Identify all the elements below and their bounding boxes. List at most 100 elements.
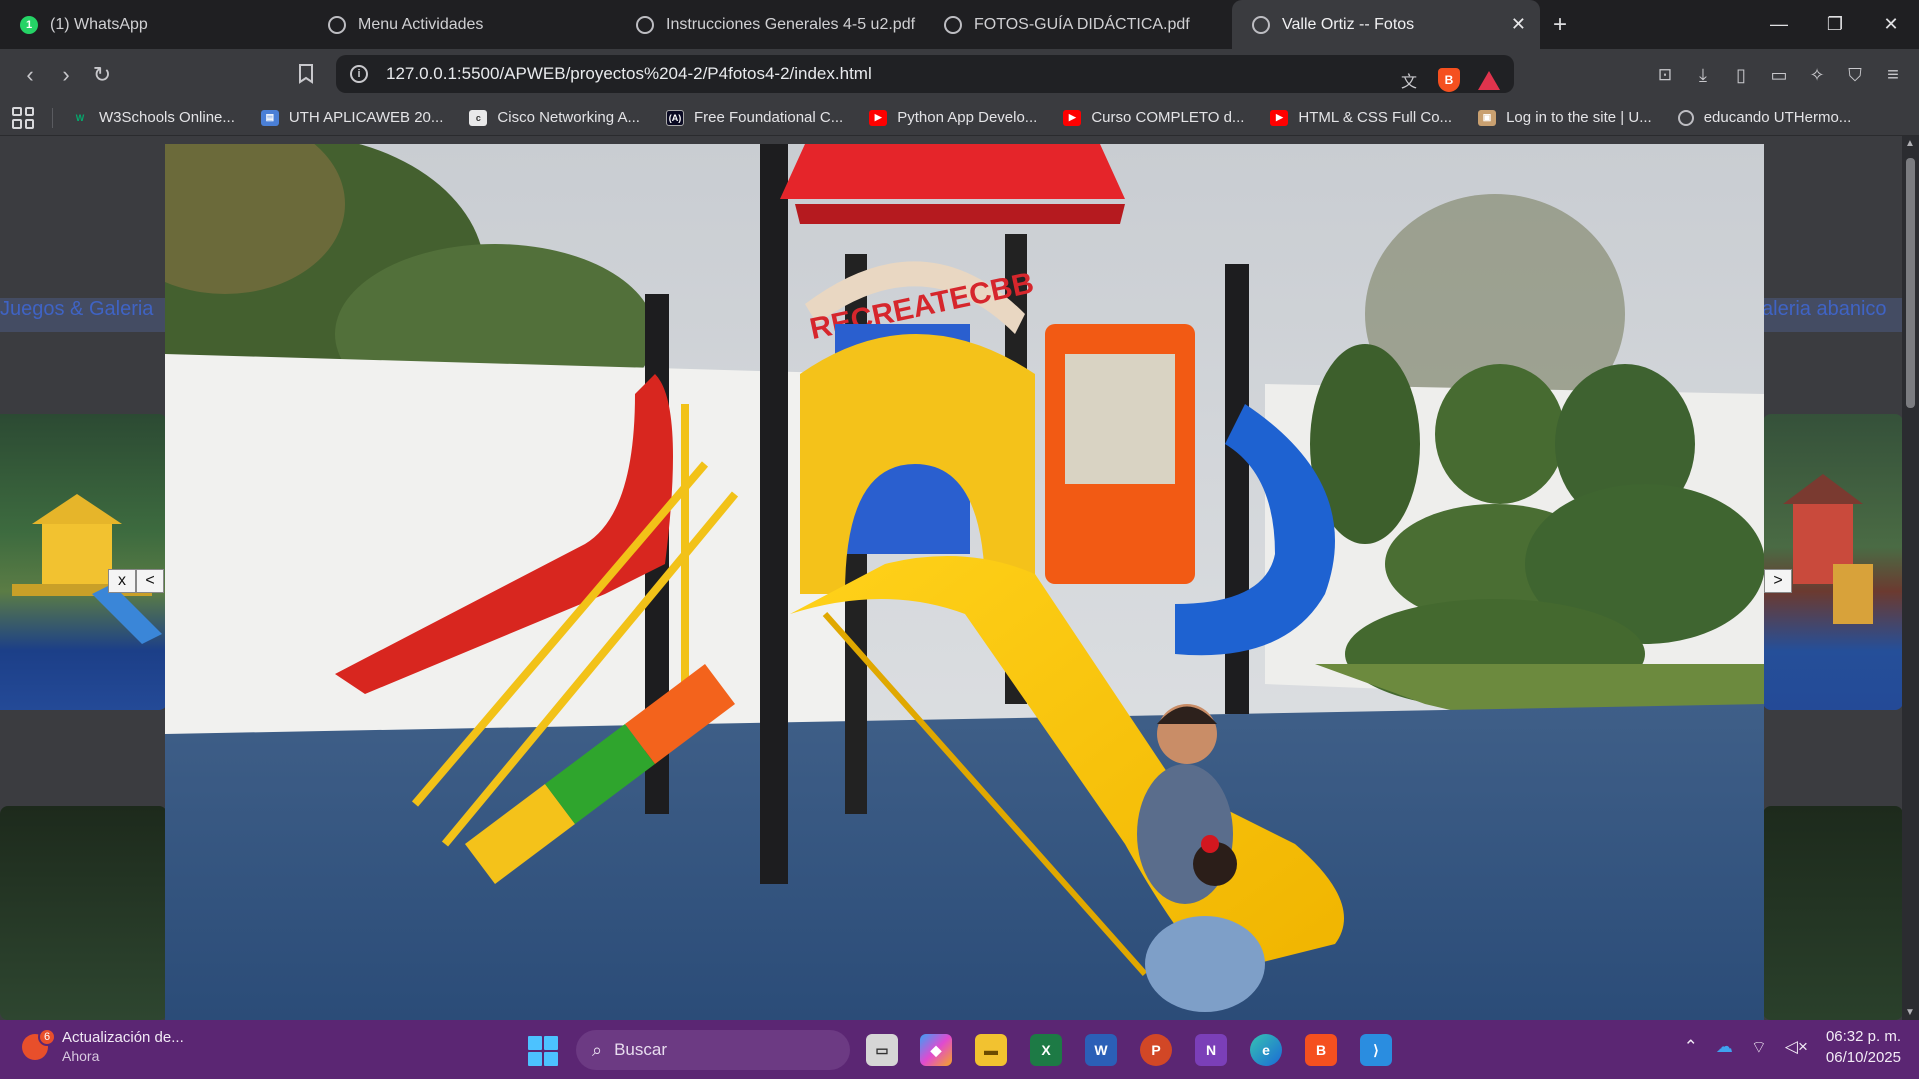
bookmark-curso-completo[interactable]: ▶ Curso COMPLETO d... — [1063, 109, 1244, 126]
youtube-icon: ▶ — [869, 109, 888, 126]
globe-icon — [328, 15, 346, 34]
close-tab-icon[interactable]: ✕ — [1511, 14, 1526, 35]
address-bar[interactable]: i 127.0.0.1:5500/APWEB/proyectos%204-2/P… — [336, 55, 1514, 93]
bookmark-w3schools[interactable]: W W3Schools Online... — [71, 109, 235, 126]
scroll-up-icon[interactable]: ▲ — [1905, 138, 1915, 149]
bookmark-login-site[interactable]: ▣ Log in to the site | U... — [1478, 109, 1652, 126]
close-window-icon[interactable]: ✕ — [1863, 0, 1919, 49]
moodle-icon: ▣ — [1478, 109, 1497, 126]
bookmark-label: Log in to the site | U... — [1506, 109, 1652, 126]
gallery-thumbnail[interactable] — [1763, 806, 1903, 1020]
bookmark-label: HTML & CSS Full Co... — [1298, 109, 1453, 126]
bookmark-uth-aplicaweb[interactable]: ▤ UTH APLICAWEB 20... — [260, 109, 443, 126]
chevron-up-icon[interactable]: ⌃ — [1684, 1037, 1698, 1057]
copilot-icon[interactable]: ◆ — [920, 1034, 952, 1066]
scrollbar-thumb[interactable] — [1906, 158, 1915, 408]
close-lightbox-button[interactable]: x — [108, 569, 136, 593]
forward-icon[interactable]: › — [48, 57, 84, 93]
powerpoint-icon[interactable]: P — [1140, 1034, 1172, 1066]
tab-valle-ortiz[interactable]: Valle Ortiz -- Fotos ✕ — [1232, 0, 1540, 49]
restore-icon[interactable]: ❐ — [1807, 0, 1863, 49]
notification-title: Actualización de... — [62, 1029, 184, 1046]
windows-taskbar: 6 Actualización de... Ahora ⌕ Buscar ▭ ◆… — [0, 1020, 1919, 1079]
tab-strip: 1 (1) WhatsApp Menu Actividades Instrucc… — [0, 0, 1919, 49]
bookmarks-divider — [52, 107, 53, 128]
screenshot-icon[interactable]: ⊡ — [1647, 57, 1683, 93]
brave-rewards-icon[interactable] — [1478, 70, 1500, 90]
vscode-icon[interactable]: ⟩ — [1360, 1034, 1392, 1066]
url-text[interactable]: 127.0.0.1:5500/APWEB/proyectos%204-2/P4f… — [386, 64, 872, 84]
prev-photo-button[interactable]: < — [136, 569, 164, 593]
bookmark-label: Cisco Networking A... — [497, 109, 640, 126]
globe-icon — [1252, 15, 1270, 34]
menu-icon[interactable]: ≡ — [1875, 57, 1911, 93]
vpn-shield-icon[interactable]: ⛉ — [1837, 57, 1873, 93]
sidebar-icon[interactable]: ▯ — [1723, 57, 1759, 93]
bookmark-label: educando UTHermo... — [1703, 109, 1852, 126]
bookmark-cisco[interactable]: c Cisco Networking A... — [469, 109, 640, 126]
translate-icon[interactable]: 文 — [1398, 62, 1420, 98]
page-scrollbar[interactable]: ▲ ▼ — [1902, 136, 1919, 1020]
tab-whatsapp[interactable]: 1 (1) WhatsApp — [0, 0, 308, 49]
next-photo-button[interactable]: > — [1764, 569, 1792, 593]
doc-icon: ▤ — [260, 109, 279, 126]
bookmarks-bar: W W3Schools Online... ▤ UTH APLICAWEB 20… — [0, 100, 1919, 136]
cisco-icon: c — [469, 109, 488, 126]
new-tab-button[interactable]: + — [1540, 0, 1580, 49]
tab-menu-actividades[interactable]: Menu Actividades — [308, 0, 616, 49]
gallery-thumbnail[interactable] — [0, 806, 167, 1020]
bookmark-label: Curso COMPLETO d... — [1091, 109, 1245, 126]
tab-instrucciones[interactable]: Instrucciones Generales 4-5 u2.pdf — [616, 0, 924, 49]
windows-start-icon[interactable] — [528, 1036, 558, 1066]
apps-grid-icon[interactable] — [12, 106, 34, 129]
wifi-icon[interactable]: ⌔ — [1751, 1037, 1767, 1058]
window-controls: — ❐ ✕ — [1751, 0, 1919, 49]
wallet-icon[interactable]: ▭ — [1761, 57, 1797, 93]
page-viewport: Juegos & Galeria aleria abanico x < > RE… — [0, 136, 1919, 1020]
word-icon[interactable]: W — [1085, 1034, 1117, 1066]
bookmark-label: Free Foundational C... — [693, 109, 844, 126]
reload-icon[interactable]: ↻ — [84, 57, 120, 93]
volume-muted-icon[interactable]: ◁× — [1785, 1037, 1808, 1057]
update-notification[interactable]: 6 Actualización de... Ahora — [22, 1028, 184, 1066]
gallery-title-left: Juegos & Galeria — [0, 298, 154, 320]
gallery-thumbnail[interactable] — [1763, 414, 1903, 710]
tab-title: (1) WhatsApp — [50, 15, 148, 33]
tab-title: FOTOS-GUÍA DIDÁCTICA.pdf — [974, 15, 1190, 33]
site-info-icon[interactable]: i — [350, 65, 368, 83]
search-icon: ⌕ — [592, 1039, 603, 1060]
toolbar-actions: ⊡ ⤓ ▯ ▭ ✧ ⛉ ≡ — [1647, 57, 1911, 93]
task-view-icon[interactable]: ▭ — [866, 1034, 898, 1066]
bookmark-freecodecamp[interactable]: (A) Free Foundational C... — [665, 109, 844, 126]
bookmark-html-css[interactable]: ▶ HTML & CSS Full Co... — [1270, 109, 1452, 126]
edge-icon[interactable]: e — [1250, 1034, 1282, 1066]
minimize-icon[interactable]: — — [1751, 0, 1807, 49]
update-icon: 6 — [22, 1028, 56, 1060]
lightbox-photo: RECREATECBB — [165, 144, 1764, 1020]
excel-icon[interactable]: X — [1030, 1034, 1062, 1066]
gallery-thumbnail[interactable] — [0, 414, 167, 710]
tab-fotos-guia[interactable]: FOTOS-GUÍA DIDÁCTICA.pdf — [924, 0, 1232, 49]
file-explorer-icon[interactable]: ▬ — [975, 1034, 1007, 1066]
tab-title: Instrucciones Generales 4-5 u2.pdf — [666, 15, 916, 33]
onedrive-icon[interactable]: ☁ — [1716, 1037, 1733, 1057]
clock[interactable]: 06:32 p. m. 06/10/2025 — [1826, 1026, 1901, 1068]
scroll-down-icon[interactable]: ▼ — [1905, 1007, 1915, 1018]
bookmark-label: W3Schools Online... — [99, 109, 235, 126]
brave-taskbar-icon[interactable]: B — [1305, 1034, 1337, 1066]
taskbar-search[interactable]: ⌕ Buscar — [576, 1030, 850, 1070]
bookmark-icon[interactable] — [288, 56, 324, 92]
brave-shields-icon[interactable]: B — [1438, 68, 1460, 92]
globe-icon — [944, 15, 962, 34]
browser-toolbar: ‹ › ↻ i 127.0.0.1:5500/APWEB/proyectos%2… — [0, 49, 1919, 100]
back-icon[interactable]: ‹ — [12, 57, 48, 93]
system-tray: ⌃ ☁ ⌔ ◁× 06:32 p. m. 06/10/2025 — [1684, 1026, 1901, 1068]
onenote-icon[interactable]: N — [1195, 1034, 1227, 1066]
w3schools-icon: W — [75, 112, 85, 123]
leo-ai-icon[interactable]: ✧ — [1799, 57, 1835, 93]
bookmark-python-app[interactable]: ▶ Python App Develo... — [869, 109, 1037, 126]
youtube-icon: ▶ — [1270, 109, 1289, 126]
bookmark-educando[interactable]: educando UTHermo... — [1677, 109, 1852, 126]
download-icon[interactable]: ⤓ — [1685, 57, 1721, 93]
bookmark-label: Python App Develo... — [897, 109, 1038, 126]
